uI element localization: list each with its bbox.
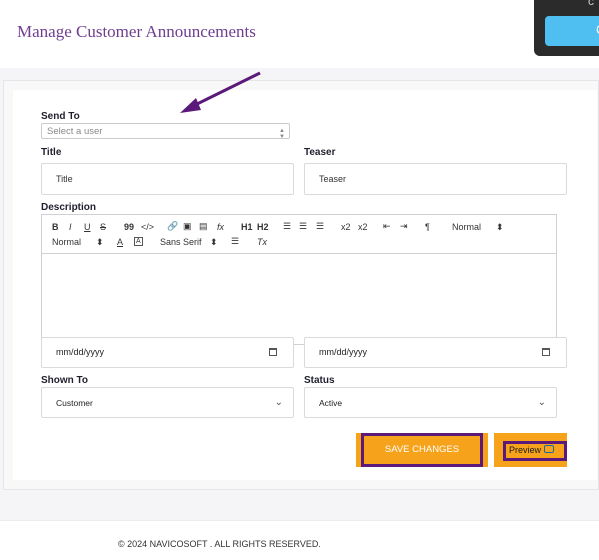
arrow-shaft — [192, 71, 261, 108]
copyright-text: © 2024 NAVICOSOFT . ALL RIGHTS RESERVED. — [118, 539, 321, 549]
annotation-arrow — [180, 71, 261, 113]
arrow-head — [180, 98, 201, 113]
